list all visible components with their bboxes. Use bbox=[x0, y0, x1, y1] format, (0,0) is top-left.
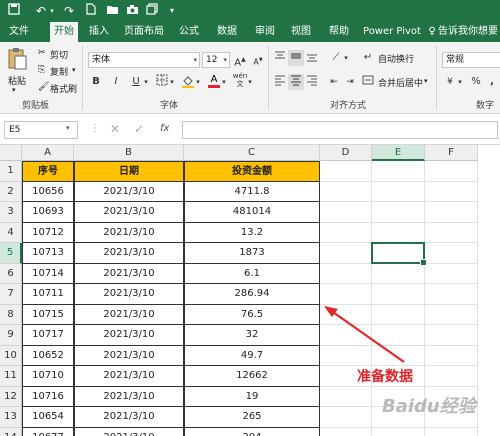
annotation-arrow bbox=[324, 306, 405, 363]
annotation-label: 准备数据 bbox=[357, 369, 413, 385]
watermark-logo: Baidu经验 bbox=[382, 396, 476, 417]
